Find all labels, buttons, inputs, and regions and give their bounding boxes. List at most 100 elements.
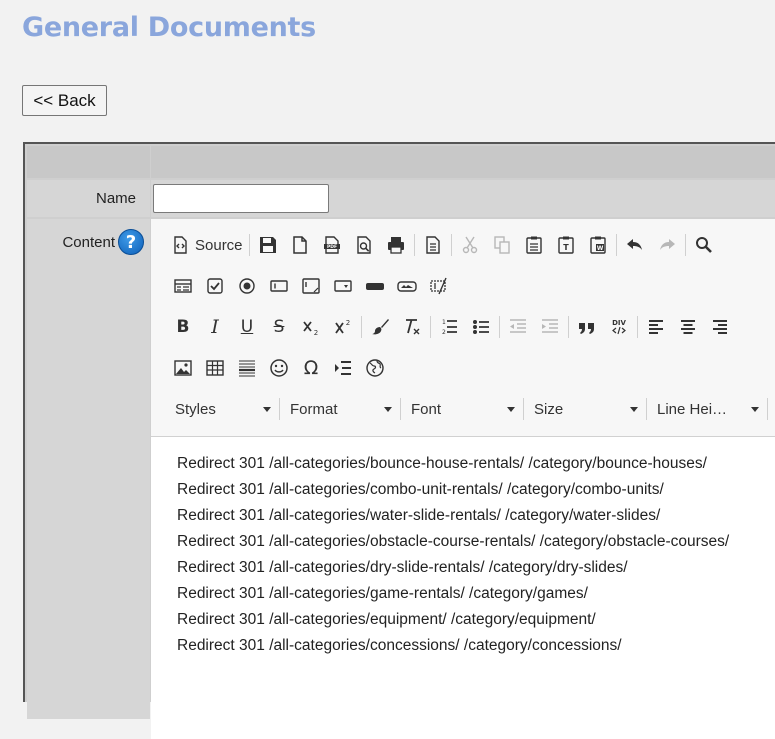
strikethrough-button[interactable]: S <box>263 312 295 342</box>
paintbrush-icon <box>372 319 389 335</box>
styles-dropdown[interactable]: Styles <box>167 395 277 423</box>
image-button-tool[interactable] <box>391 271 423 301</box>
remove-format-button[interactable] <box>396 312 428 342</box>
increase-indent-button[interactable] <box>534 312 566 342</box>
form-button[interactable] <box>167 271 199 301</box>
toolbar-separator <box>767 398 768 420</box>
align-left-icon <box>649 320 663 334</box>
select-icon <box>334 280 352 292</box>
button-tool[interactable] <box>359 271 391 301</box>
size-dropdown-label: Size <box>534 400 564 418</box>
special-char-button[interactable]: Ω <box>295 353 327 383</box>
image-icon <box>174 360 192 376</box>
paste-word-button[interactable]: W <box>582 230 614 260</box>
svg-text:2: 2 <box>346 319 350 327</box>
chevron-down-icon <box>384 406 392 412</box>
source-icon <box>174 236 187 254</box>
align-center-button[interactable] <box>672 312 704 342</box>
line-height-dropdown[interactable]: Line Hei… <box>649 395 765 423</box>
size-dropdown[interactable]: Size <box>526 395 644 423</box>
export-pdf-button[interactable]: PDF <box>316 230 348 260</box>
find-button[interactable] <box>688 230 720 260</box>
numbered-list-button[interactable]: 12 <box>433 312 465 342</box>
iframe-button[interactable] <box>359 353 391 383</box>
help-icon[interactable]: ? <box>118 229 144 255</box>
templates-button[interactable] <box>417 230 449 260</box>
omega-icon: Ω <box>303 357 319 379</box>
smiley-button[interactable] <box>263 353 295 383</box>
back-button[interactable]: << Back <box>22 85 107 116</box>
horizontal-rule-button[interactable] <box>231 353 263 383</box>
bold-button[interactable]: B <box>167 312 199 342</box>
content-line: Redirect 301 /all-categories/water-slide… <box>177 507 661 524</box>
text-field-button[interactable] <box>263 271 295 301</box>
align-right-button[interactable] <box>704 312 736 342</box>
checkbox-icon <box>207 278 223 294</box>
radio-button-tool[interactable] <box>231 271 263 301</box>
paste-text-button[interactable]: T <box>550 230 582 260</box>
hidden-field-button[interactable] <box>423 271 455 301</box>
checkbox-button[interactable] <box>199 271 231 301</box>
toolbar-separator <box>413 234 415 256</box>
toolbar-row-document: Source PDF T W <box>167 230 720 260</box>
align-left-button[interactable] <box>640 312 672 342</box>
blockquote-button[interactable] <box>571 312 603 342</box>
format-dropdown[interactable]: Format <box>282 395 398 423</box>
italic-button[interactable]: I <box>199 312 231 342</box>
content-line: Redirect 301 /all-categories/concessions… <box>177 637 622 654</box>
quote-icon <box>579 323 594 334</box>
table-button[interactable] <box>199 353 231 383</box>
name-input[interactable] <box>153 184 329 213</box>
source-label: Source <box>195 236 243 254</box>
source-button[interactable]: Source <box>167 230 247 260</box>
svg-text:2: 2 <box>442 329 446 336</box>
copy-button[interactable] <box>486 230 518 260</box>
form-header-right <box>151 146 775 178</box>
new-page-button[interactable] <box>284 230 316 260</box>
toolbar-separator <box>684 234 686 256</box>
toolbar-row-insert: Ω <box>167 353 391 383</box>
numbered-list-icon: 12 <box>442 319 457 336</box>
preview-button[interactable] <box>348 230 380 260</box>
smiley-icon <box>270 359 288 377</box>
subscript-button[interactable]: 2 <box>295 312 327 342</box>
image-button[interactable] <box>167 353 199 383</box>
font-dropdown[interactable]: Font <box>403 395 521 423</box>
print-button[interactable] <box>380 230 412 260</box>
chevron-down-icon <box>751 406 759 412</box>
decrease-indent-button[interactable] <box>502 312 534 342</box>
page-break-icon <box>335 361 351 375</box>
paste-button[interactable] <box>518 230 550 260</box>
select-button[interactable] <box>327 271 359 301</box>
save-button[interactable] <box>252 230 284 260</box>
redo-button[interactable] <box>651 230 683 260</box>
copy-format-button[interactable] <box>364 312 396 342</box>
bold-icon: B <box>176 317 190 337</box>
editor-content-area[interactable]: Redirect 301 /all-categories/bounce-hous… <box>177 451 775 659</box>
templates-icon <box>425 236 440 254</box>
bulleted-list-button[interactable] <box>465 312 497 342</box>
preview-icon <box>356 236 371 254</box>
svg-text:PDF: PDF <box>326 244 336 250</box>
undo-button[interactable] <box>619 230 651 260</box>
textarea-button[interactable] <box>295 271 327 301</box>
underline-button[interactable]: U <box>231 312 263 342</box>
image-button-icon <box>397 281 417 292</box>
superscript-button[interactable]: 2 <box>327 312 359 342</box>
paste-icon <box>525 236 542 254</box>
content-line: Redirect 301 /all-categories/combo-unit-… <box>177 481 664 498</box>
content-line: Redirect 301 /all-categories/obstacle-co… <box>177 533 730 550</box>
svg-text:2: 2 <box>314 329 318 337</box>
content-line: Redirect 301 /all-categories/dry-slide-r… <box>177 559 628 576</box>
editor-toolbar: Source PDF T W B I U S 2 2 1 2 DIV Ω Sty… <box>151 219 775 437</box>
format-dropdown-label: Format <box>290 400 338 418</box>
toolbar-separator <box>615 234 617 256</box>
div-container-icon: DIV <box>612 319 626 335</box>
cut-button[interactable] <box>454 230 486 260</box>
svg-text:T: T <box>563 243 569 252</box>
page-break-button[interactable] <box>327 353 359 383</box>
form-icon <box>174 279 192 293</box>
font-dropdown-label: Font <box>411 400 442 418</box>
rich-text-editor: Source PDF T W B I U S 2 2 1 2 DIV Ω Sty… <box>151 219 775 739</box>
create-div-button[interactable]: DIV <box>603 312 635 342</box>
